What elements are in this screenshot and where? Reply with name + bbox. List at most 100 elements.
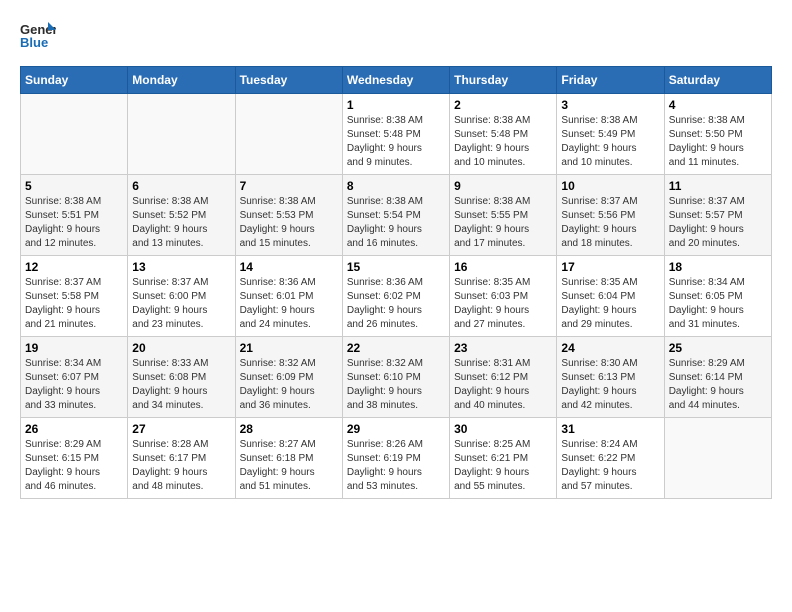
day-info: Sunrise: 8:38 AM Sunset: 5:49 PM Dayligh… [561, 114, 659, 170]
day-number: 29 [347, 422, 445, 436]
svg-text:Blue: Blue [20, 35, 48, 50]
day-number: 27 [132, 422, 230, 436]
logo-icon: General Blue [20, 20, 56, 50]
calendar-cell: 11 Sunrise: 8:37 AM Sunset: 5:57 PM Dayli… [664, 175, 771, 256]
day-info: Sunrise: 8:38 AM Sunset: 5:50 PM Dayligh… [669, 114, 767, 170]
calendar-week-3: 12 Sunrise: 8:37 AM Sunset: 5:58 PM Dayli… [21, 256, 772, 337]
calendar-cell: 28Sunrise: 8:27 AM Sunset: 6:18 PM Dayli… [235, 418, 342, 499]
day-info: Sunrise: 8:33 AM Sunset: 6:08 PM Dayligh… [132, 357, 230, 413]
calendar-cell: 1 Sunrise: 8:38 AM Sunset: 5:48 PM Daylig… [342, 94, 449, 175]
day-info: Sunrise: 8:32 AM Sunset: 6:09 PM Dayligh… [240, 357, 338, 413]
calendar-cell: 22 Sunrise: 8:32 AM Sunset: 6:10 PM Dayli… [342, 337, 449, 418]
day-info: Sunrise: 8:37 AM Sunset: 6:00 PM Dayligh… [132, 276, 230, 332]
calendar-cell: 17 Sunrise: 8:35 AM Sunset: 6:04 PM Dayli… [557, 256, 664, 337]
calendar-cell: 12 Sunrise: 8:37 AM Sunset: 5:58 PM Dayli… [21, 256, 128, 337]
day-info: Sunrise: 8:26 AM Sunset: 6:19 PM Dayligh… [347, 438, 445, 494]
day-number: 1 [347, 98, 445, 112]
calendar-week-5: 26 Sunrise: 8:29 AM Sunset: 6:15 PM Dayli… [21, 418, 772, 499]
day-info: Sunrise: 8:35 AM Sunset: 6:03 PM Dayligh… [454, 276, 552, 332]
day-info: Sunrise: 8:29 AM Sunset: 6:15 PM Dayligh… [25, 438, 123, 494]
calendar-table: SundayMondayTuesdayWednesdayThursdayFrid… [20, 66, 772, 499]
calendar-cell: 13Sunrise: 8:37 AM Sunset: 6:00 PM Dayli… [128, 256, 235, 337]
calendar-week-1: 1 Sunrise: 8:38 AM Sunset: 5:48 PM Daylig… [21, 94, 772, 175]
day-info: Sunrise: 8:36 AM Sunset: 6:02 PM Dayligh… [347, 276, 445, 332]
day-number: 21 [240, 341, 338, 355]
logo: General Blue [20, 20, 56, 50]
day-info: Sunrise: 8:29 AM Sunset: 6:14 PM Dayligh… [669, 357, 767, 413]
calendar-cell: 2Sunrise: 8:38 AM Sunset: 5:48 PM Daylig… [450, 94, 557, 175]
day-info: Sunrise: 8:38 AM Sunset: 5:48 PM Dayligh… [347, 114, 445, 170]
weekday-header-friday: Friday [557, 67, 664, 94]
day-number: 12 [25, 260, 123, 274]
calendar-cell: 8 Sunrise: 8:38 AM Sunset: 5:54 PM Daylig… [342, 175, 449, 256]
calendar-cell: 30 Sunrise: 8:25 AM Sunset: 6:21 PM Dayli… [450, 418, 557, 499]
day-info: Sunrise: 8:30 AM Sunset: 6:13 PM Dayligh… [561, 357, 659, 413]
day-info: Sunrise: 8:38 AM Sunset: 5:55 PM Dayligh… [454, 195, 552, 251]
calendar-cell: 15 Sunrise: 8:36 AM Sunset: 6:02 PM Dayli… [342, 256, 449, 337]
day-number: 6 [132, 179, 230, 193]
day-number: 7 [240, 179, 338, 193]
day-info: Sunrise: 8:25 AM Sunset: 6:21 PM Dayligh… [454, 438, 552, 494]
calendar-cell: 10 Sunrise: 8:37 AM Sunset: 5:56 PM Dayli… [557, 175, 664, 256]
day-number: 31 [561, 422, 659, 436]
calendar-body: 1 Sunrise: 8:38 AM Sunset: 5:48 PM Daylig… [21, 94, 772, 499]
calendar-cell: 14 Sunrise: 8:36 AM Sunset: 6:01 PM Dayli… [235, 256, 342, 337]
weekday-header-row: SundayMondayTuesdayWednesdayThursdayFrid… [21, 67, 772, 94]
day-info: Sunrise: 8:36 AM Sunset: 6:01 PM Dayligh… [240, 276, 338, 332]
calendar-cell: 25Sunrise: 8:29 AM Sunset: 6:14 PM Dayli… [664, 337, 771, 418]
day-info: Sunrise: 8:37 AM Sunset: 5:57 PM Dayligh… [669, 195, 767, 251]
day-number: 23 [454, 341, 552, 355]
day-number: 11 [669, 179, 767, 193]
calendar-cell [21, 94, 128, 175]
day-number: 18 [669, 260, 767, 274]
calendar-cell: 6Sunrise: 8:38 AM Sunset: 5:52 PM Daylig… [128, 175, 235, 256]
day-number: 17 [561, 260, 659, 274]
calendar-cell: 4 Sunrise: 8:38 AM Sunset: 5:50 PM Daylig… [664, 94, 771, 175]
day-info: Sunrise: 8:37 AM Sunset: 5:58 PM Dayligh… [25, 276, 123, 332]
calendar-cell: 31 Sunrise: 8:24 AM Sunset: 6:22 PM Dayli… [557, 418, 664, 499]
calendar-cell: 19 Sunrise: 8:34 AM Sunset: 6:07 PM Dayli… [21, 337, 128, 418]
weekday-header-sunday: Sunday [21, 67, 128, 94]
day-info: Sunrise: 8:34 AM Sunset: 6:07 PM Dayligh… [25, 357, 123, 413]
day-number: 15 [347, 260, 445, 274]
day-info: Sunrise: 8:34 AM Sunset: 6:05 PM Dayligh… [669, 276, 767, 332]
day-info: Sunrise: 8:38 AM Sunset: 5:53 PM Dayligh… [240, 195, 338, 251]
day-info: Sunrise: 8:31 AM Sunset: 6:12 PM Dayligh… [454, 357, 552, 413]
calendar-cell [128, 94, 235, 175]
day-info: Sunrise: 8:38 AM Sunset: 5:51 PM Dayligh… [25, 195, 123, 251]
day-info: Sunrise: 8:38 AM Sunset: 5:48 PM Dayligh… [454, 114, 552, 170]
day-number: 5 [25, 179, 123, 193]
calendar-cell: 18 Sunrise: 8:34 AM Sunset: 6:05 PM Dayli… [664, 256, 771, 337]
day-number: 10 [561, 179, 659, 193]
day-number: 14 [240, 260, 338, 274]
calendar-cell: 27Sunrise: 8:28 AM Sunset: 6:17 PM Dayli… [128, 418, 235, 499]
calendar-cell: 16Sunrise: 8:35 AM Sunset: 6:03 PM Dayli… [450, 256, 557, 337]
calendar-cell: 29 Sunrise: 8:26 AM Sunset: 6:19 PM Dayli… [342, 418, 449, 499]
calendar-cell: 24 Sunrise: 8:30 AM Sunset: 6:13 PM Dayli… [557, 337, 664, 418]
calendar-cell: 26 Sunrise: 8:29 AM Sunset: 6:15 PM Dayli… [21, 418, 128, 499]
day-number: 9 [454, 179, 552, 193]
day-number: 30 [454, 422, 552, 436]
day-number: 22 [347, 341, 445, 355]
weekday-header-saturday: Saturday [664, 67, 771, 94]
calendar-week-4: 19 Sunrise: 8:34 AM Sunset: 6:07 PM Dayli… [21, 337, 772, 418]
day-number: 19 [25, 341, 123, 355]
day-number: 4 [669, 98, 767, 112]
day-number: 8 [347, 179, 445, 193]
calendar-cell: 5 Sunrise: 8:38 AM Sunset: 5:51 PM Daylig… [21, 175, 128, 256]
day-info: Sunrise: 8:27 AM Sunset: 6:18 PM Dayligh… [240, 438, 338, 494]
weekday-header-monday: Monday [128, 67, 235, 94]
day-number: 20 [132, 341, 230, 355]
day-info: Sunrise: 8:38 AM Sunset: 5:54 PM Dayligh… [347, 195, 445, 251]
day-info: Sunrise: 8:37 AM Sunset: 5:56 PM Dayligh… [561, 195, 659, 251]
day-info: Sunrise: 8:24 AM Sunset: 6:22 PM Dayligh… [561, 438, 659, 494]
day-info: Sunrise: 8:35 AM Sunset: 6:04 PM Dayligh… [561, 276, 659, 332]
day-number: 26 [25, 422, 123, 436]
day-info: Sunrise: 8:32 AM Sunset: 6:10 PM Dayligh… [347, 357, 445, 413]
calendar-week-2: 5 Sunrise: 8:38 AM Sunset: 5:51 PM Daylig… [21, 175, 772, 256]
weekday-header-wednesday: Wednesday [342, 67, 449, 94]
calendar-cell: 7 Sunrise: 8:38 AM Sunset: 5:53 PM Daylig… [235, 175, 342, 256]
calendar-cell [235, 94, 342, 175]
calendar-cell: 3Sunrise: 8:38 AM Sunset: 5:49 PM Daylig… [557, 94, 664, 175]
day-number: 24 [561, 341, 659, 355]
